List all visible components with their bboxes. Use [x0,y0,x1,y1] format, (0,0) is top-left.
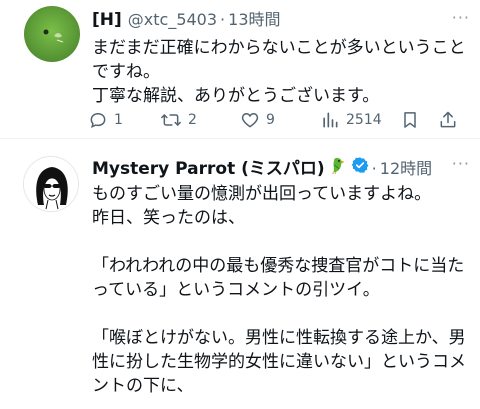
like-icon [241,112,259,128]
display-name[interactable]: Mystery Parrot (ミスパロ) [92,154,325,179]
separator: · [371,159,377,178]
tweet-text: ものすごい量の憶測が出回っていますよね。 昨日、笑ったのは、 「われわれの中の最… [92,184,466,396]
tweet-header: Mystery Parrot (ミスパロ) · 12時間 [92,154,432,179]
user-handle[interactable]: @xtc_5403 [128,10,217,29]
views-count: 2514 [346,112,382,128]
avatar[interactable] [24,6,80,62]
tweet-2[interactable]: Mystery Parrot (ミスパロ) · 12時間 ··· ものすごい量の… [0,138,480,409]
views-icon [323,112,338,128]
reply-button[interactable]: 1 [88,108,123,132]
views-button[interactable]: 2514 [320,108,382,132]
timestamp[interactable]: 12時間 [380,155,432,179]
separator: · [220,10,226,29]
repost-button[interactable]: 2 [160,108,197,132]
repost-count: 2 [188,112,197,128]
reply-count: 1 [114,112,123,128]
tweet-text: まだまだ正確にわからないことが多いということですね。 丁寧な解説、ありがとうござ… [92,38,466,106]
more-options-icon[interactable]: ··· [452,8,470,27]
parrot-emoji-icon [329,156,347,178]
bookmark-button[interactable] [400,108,420,132]
more-options-icon[interactable]: ··· [452,154,470,173]
verified-badge-icon [351,156,369,178]
display-name[interactable]: [H] [92,10,122,30]
repost-icon [161,114,181,126]
action-bar: 1 2 9 2514 [88,108,466,132]
timestamp[interactable]: 13時間 [228,6,280,30]
tweet-1[interactable]: [H] @xtc_5403 · 13時間 ··· まだまだ正確にわからないことが… [0,0,480,138]
like-count: 9 [266,112,275,128]
avatar[interactable] [23,156,79,212]
tweet-header: [H] @xtc_5403 · 13時間 [92,6,281,30]
bookmark-icon [404,112,416,128]
reply-icon [90,112,106,128]
share-button[interactable] [438,108,458,132]
share-icon [440,111,456,128]
like-button[interactable]: 9 [240,108,275,132]
